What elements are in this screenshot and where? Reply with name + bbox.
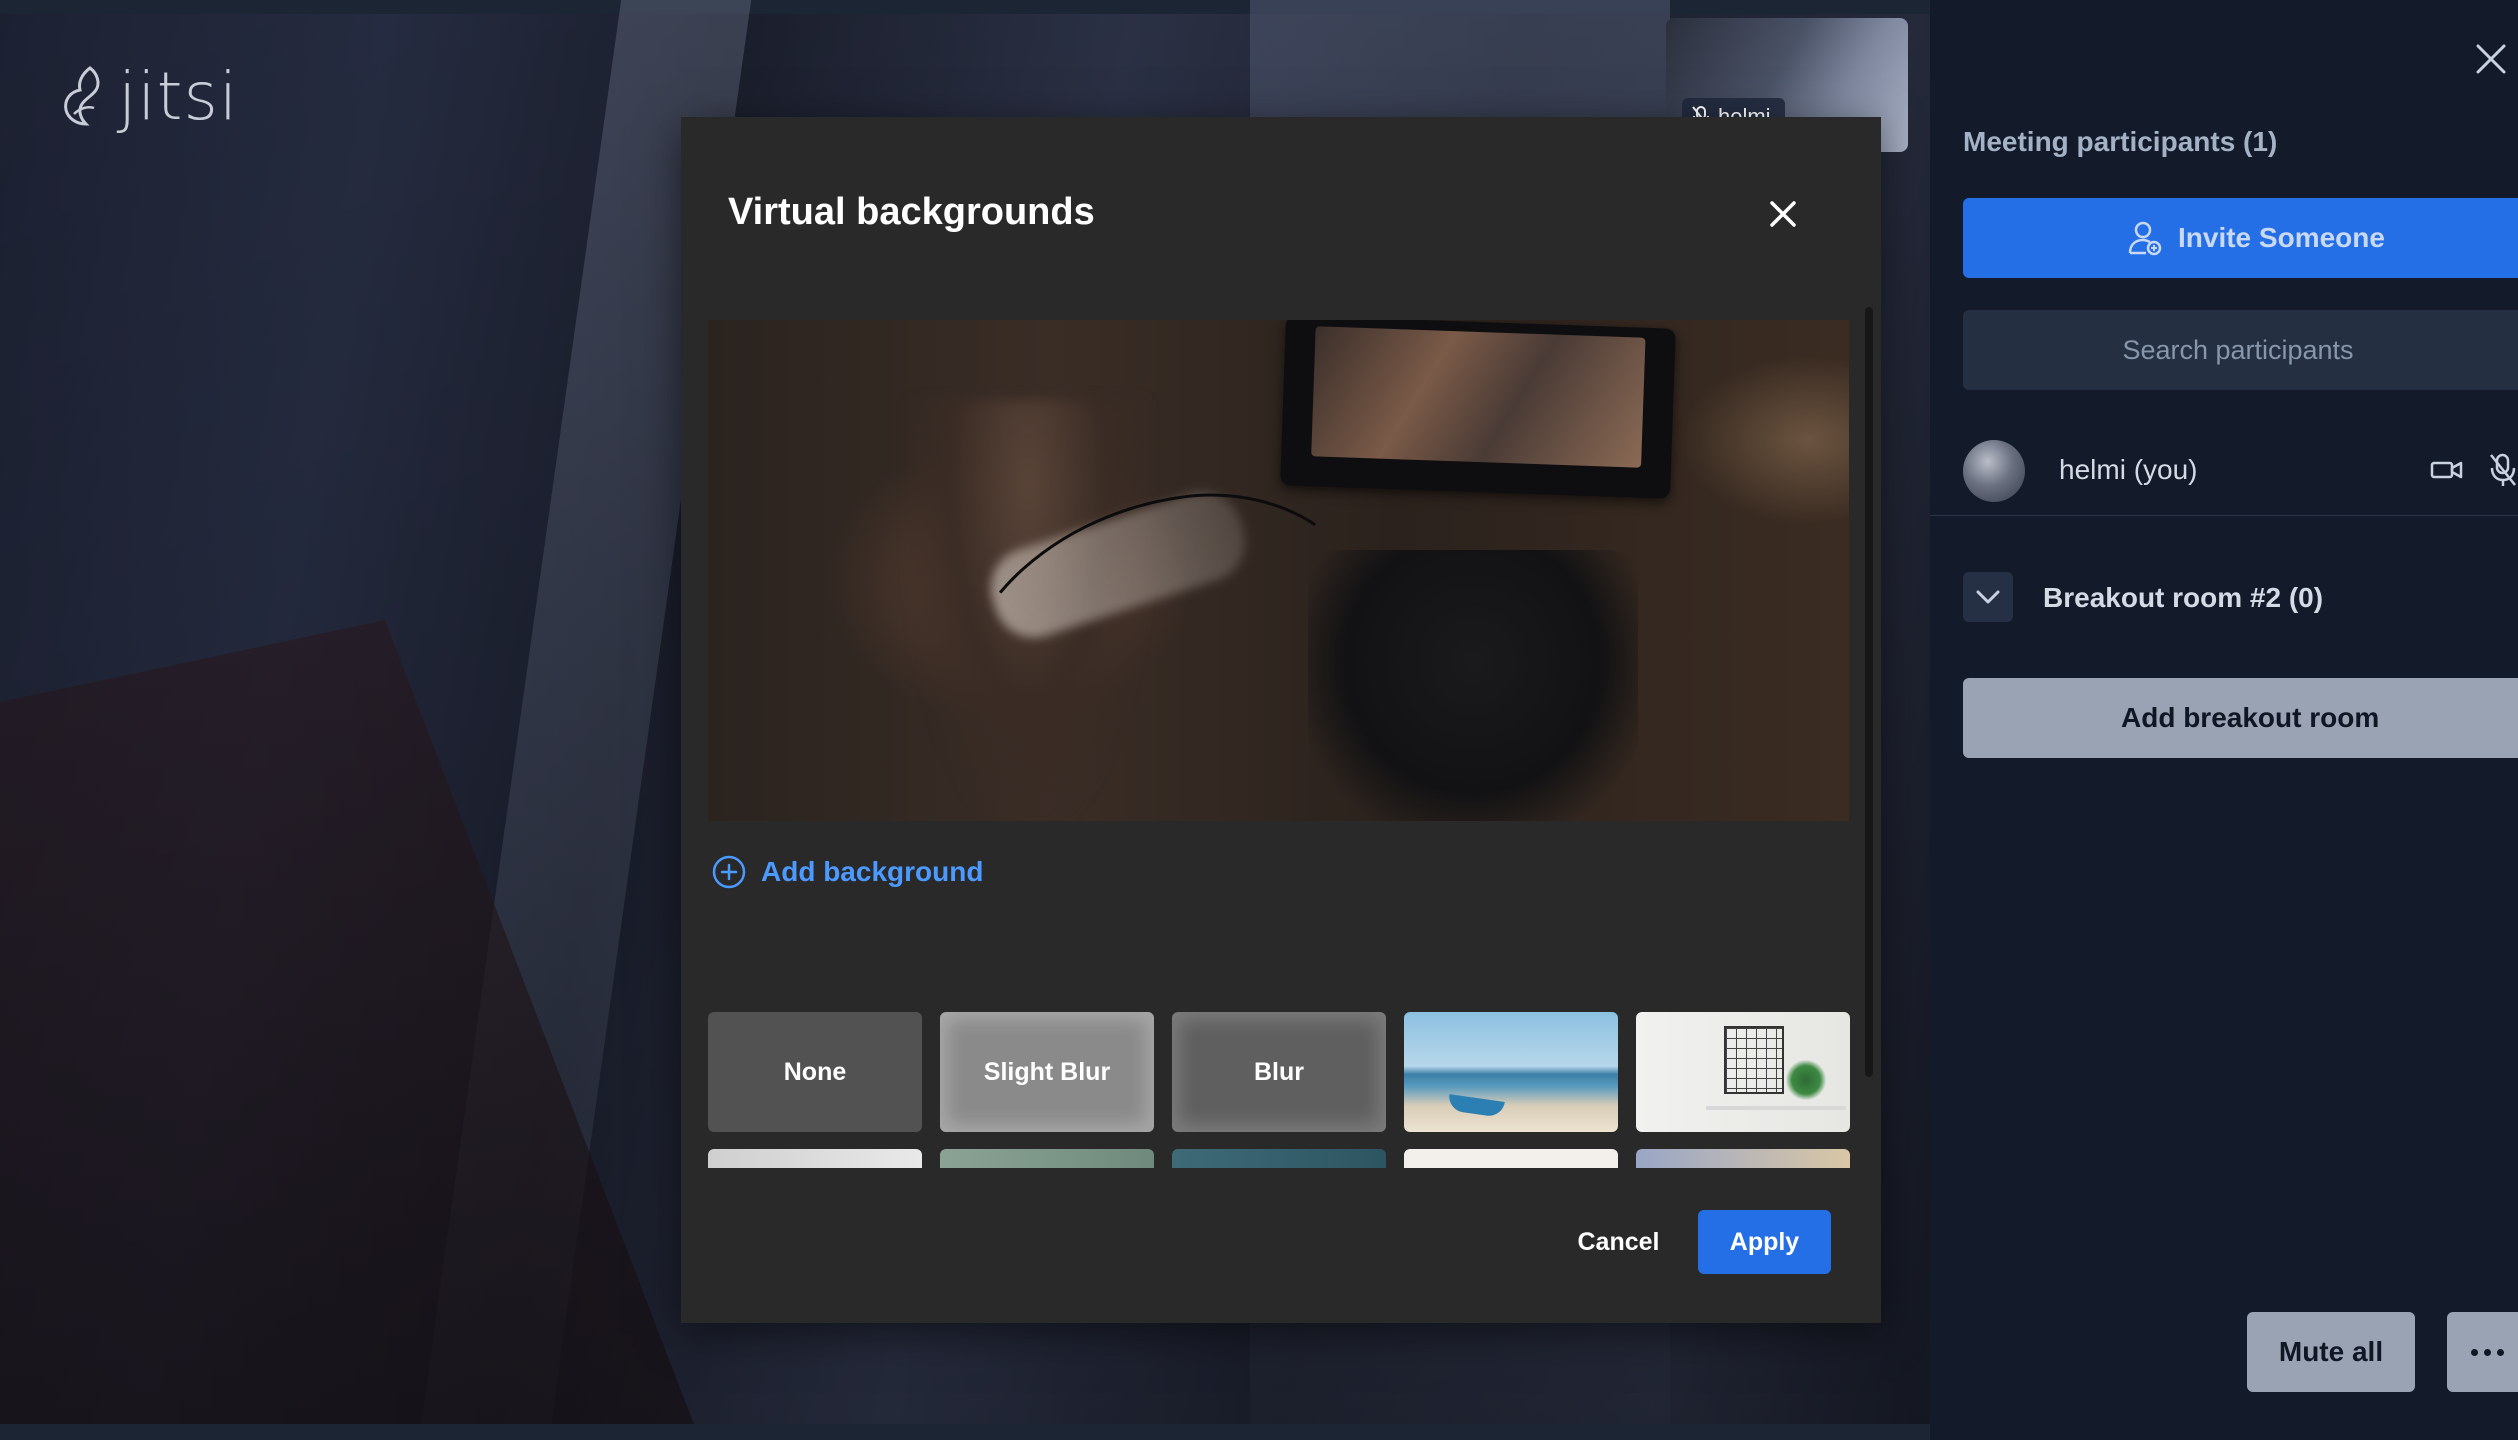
- add-user-icon: [2128, 221, 2162, 256]
- background-tile-image[interactable]: [940, 1149, 1154, 1168]
- add-background-button[interactable]: Add background: [711, 854, 983, 890]
- tile-label: Slight Blur: [983, 1057, 1111, 1086]
- boat-shape: [1447, 1094, 1505, 1118]
- shelf-shape: [1706, 1106, 1846, 1110]
- mute-all-button[interactable]: Mute all: [2247, 1312, 2415, 1392]
- tile-label: Blur: [1254, 1057, 1304, 1086]
- dialog-title: Virtual backgrounds: [728, 191, 1095, 233]
- cancel-button[interactable]: Cancel: [1551, 1210, 1686, 1274]
- close-icon[interactable]: [1766, 197, 1800, 231]
- panel-title: Meeting participants (1): [1963, 126, 2278, 157]
- background-tile-image[interactable]: [1404, 1149, 1618, 1168]
- plant-shape: [1786, 1060, 1826, 1100]
- add-background-label: Add background: [761, 856, 984, 887]
- background-preview: [708, 320, 1849, 821]
- more-dots-icon: [2471, 1348, 2478, 1356]
- chevron-down-icon: [1976, 590, 2000, 604]
- breakout-room-expand-button[interactable]: [1963, 572, 2013, 622]
- more-dots-icon: [2497, 1348, 2504, 1356]
- wall-grid-shape: [1724, 1026, 1784, 1094]
- invite-someone-button[interactable]: Invite Someone: [1963, 198, 2518, 278]
- close-icon[interactable]: [2474, 42, 2508, 76]
- preview-monitor-screen: [1311, 326, 1646, 468]
- background-tile-image[interactable]: [1172, 1149, 1386, 1168]
- dialog-scrollbar[interactable]: [1865, 307, 1873, 1077]
- breakout-room-name[interactable]: Breakout room #2 (0): [2043, 582, 2323, 614]
- jitsi-logo: jitsi: [60, 58, 238, 135]
- add-breakout-room-button[interactable]: Add breakout room: [1963, 678, 2518, 758]
- preview-monitor-shape: [1280, 320, 1676, 499]
- invite-someone-label: Invite Someone: [2178, 222, 2385, 253]
- preview-camera-shape: [1308, 550, 1638, 821]
- search-participants-input[interactable]: [1963, 310, 2518, 390]
- background-tile-blur[interactable]: Blur: [1172, 1012, 1386, 1132]
- more-options-button[interactable]: [2447, 1312, 2518, 1392]
- background-tile-beach-image[interactable]: [1404, 1012, 1618, 1132]
- participants-panel: Meeting participants (1) Invite Someone …: [1930, 0, 2518, 1440]
- plus-circle-icon: [712, 855, 746, 889]
- background-options-grid: None Slight Blur Blur: [708, 1012, 1853, 1168]
- participant-name: helmi (you): [2059, 454, 2198, 485]
- apply-button[interactable]: Apply: [1698, 1210, 1831, 1274]
- background-tile-image[interactable]: [1636, 1149, 1850, 1168]
- virtual-backgrounds-dialog: Virtual backgrounds Add background None …: [681, 117, 1881, 1323]
- camera-icon: [2430, 461, 2463, 479]
- tile-label: None: [783, 1057, 847, 1086]
- more-dots-icon: [2484, 1348, 2491, 1356]
- participant-row[interactable]: helmi (you): [1930, 432, 2518, 516]
- background-tile-room-image[interactable]: [1636, 1012, 1850, 1132]
- background-tile-slight-blur[interactable]: Slight Blur: [940, 1012, 1154, 1132]
- background-tile-none[interactable]: None: [708, 1012, 922, 1132]
- background-tile-image[interactable]: [708, 1149, 922, 1168]
- jitsi-logo-icon: [64, 65, 100, 126]
- mic-muted-icon: [2490, 453, 2516, 486]
- avatar: [1963, 440, 2025, 502]
- jitsi-logo-text: jitsi: [118, 58, 239, 135]
